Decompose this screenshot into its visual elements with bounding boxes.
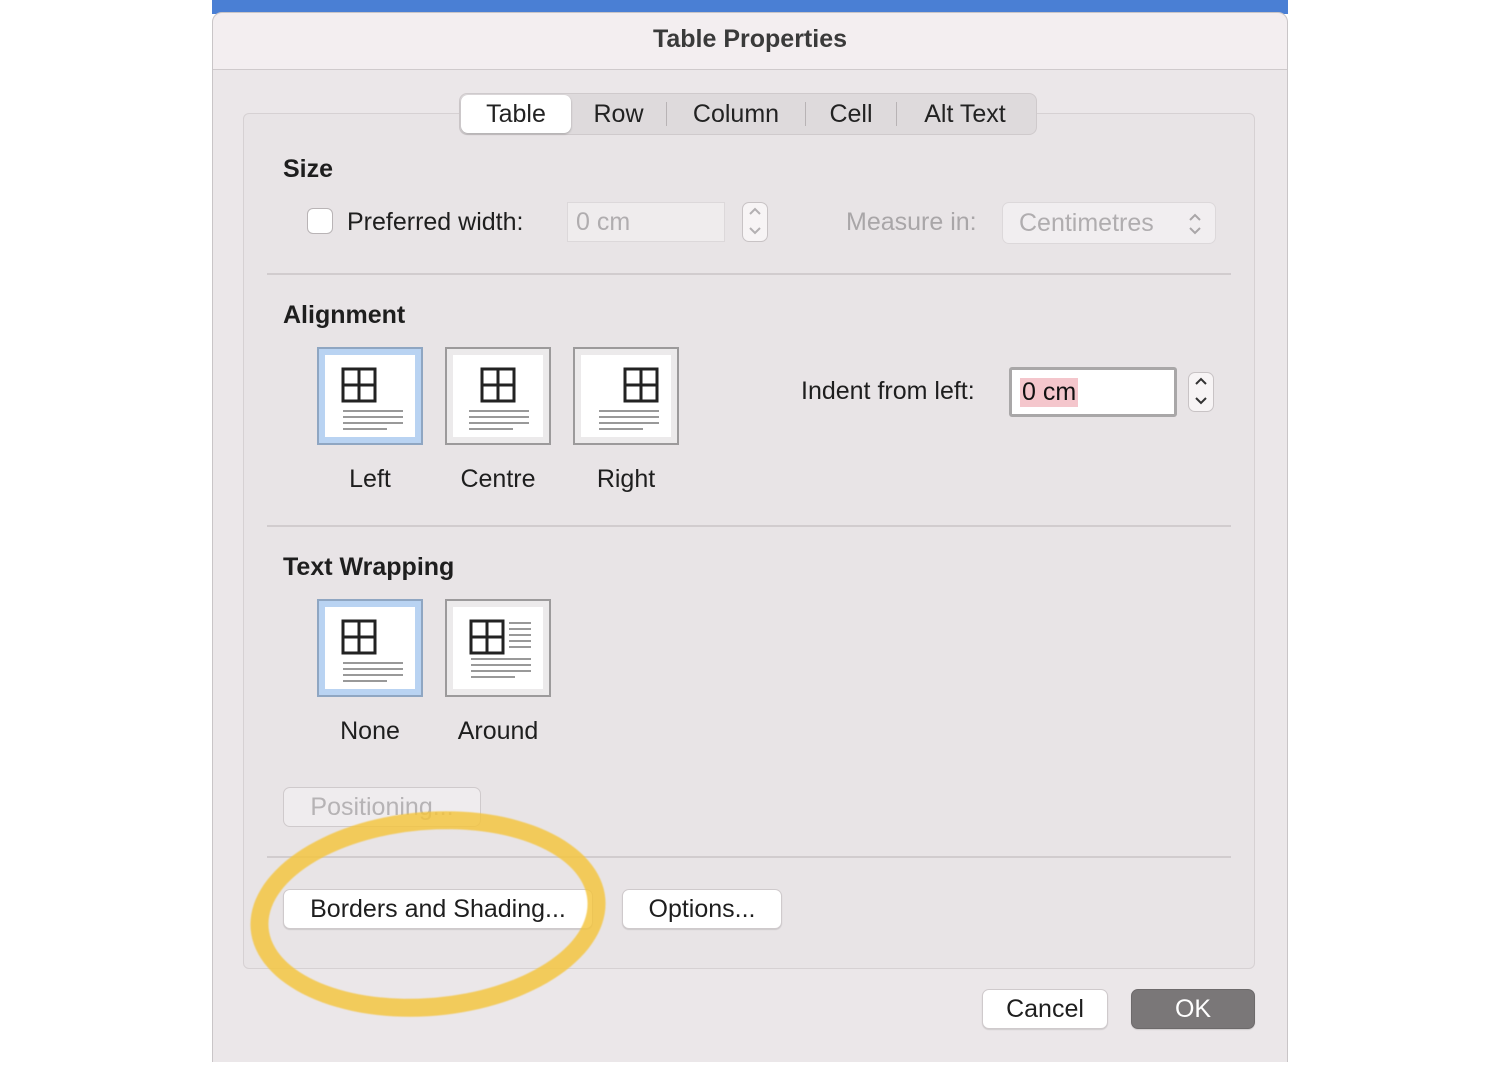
indent-from-left-field[interactable]: 0 cm [1009,367,1177,417]
borders-and-shading-button[interactable]: Borders and Shading... [283,889,593,929]
alignment-heading: Alignment [283,301,406,329]
cancel-button[interactable]: Cancel [982,989,1108,1029]
alignment-right-label: Right [596,465,656,493]
wrapping-none-option[interactable] [317,599,423,697]
indent-from-left-label: Indent from left: [801,377,975,405]
wrapping-none-label: None [340,717,400,745]
indent-from-left-value: 0 cm [1020,377,1079,407]
preferred-width-field[interactable]: 0 cm [567,202,725,242]
alignment-left-option[interactable] [317,347,423,445]
chevron-updown-icon [1189,213,1201,235]
section-divider [267,273,1231,275]
alignment-centre-option[interactable] [445,347,551,445]
wrapping-around-label: Around [457,717,539,745]
preferred-width-label: Preferred width: [347,208,524,236]
dialog-title: Table Properties [652,25,848,53]
alignment-right-option[interactable] [573,347,679,445]
options-button[interactable]: Options... [622,889,782,929]
measure-in-value: Centimetres [1019,208,1154,237]
dialog-title-bar: Table Properties [213,13,1287,70]
tab-column[interactable]: Column [667,95,805,133]
background-document-edge [212,1062,1288,1070]
wrapping-around-option[interactable] [445,599,551,697]
preferred-width-checkbox[interactable] [307,208,333,234]
stepper-arrows-icon [749,207,761,235]
section-divider [267,856,1231,858]
text-wrapping-heading: Text Wrapping [283,553,455,581]
indent-stepper[interactable] [1188,372,1214,412]
table-properties-dialog: Table Properties Table Row Column Cell A… [212,12,1288,1068]
wrap-none-icon [341,619,403,682]
tab-cell[interactable]: Cell [806,95,896,133]
measure-in-popup[interactable]: Centimetres [1002,202,1216,244]
alignment-left-label: Left [349,465,391,493]
tab-bar: Table Row Column Cell Alt Text [459,93,1037,135]
table-align-right-icon [599,367,659,430]
alignment-centre-label: Centre [460,465,536,493]
measure-in-label: Measure in: [846,208,977,236]
stepper-arrows-icon [1195,377,1207,405]
tab-table[interactable]: Table [461,95,571,133]
section-divider [267,525,1231,527]
positioning-button[interactable]: Positioning... [283,787,481,827]
wrap-around-icon [469,619,531,678]
table-align-left-icon [341,367,403,430]
preferred-width-stepper[interactable] [742,202,768,242]
tab-alt-text[interactable]: Alt Text [897,95,1033,133]
size-heading: Size [283,155,334,183]
ok-button[interactable]: OK [1131,989,1255,1029]
table-align-centre-icon [469,367,529,430]
tab-row[interactable]: Row [571,95,666,133]
